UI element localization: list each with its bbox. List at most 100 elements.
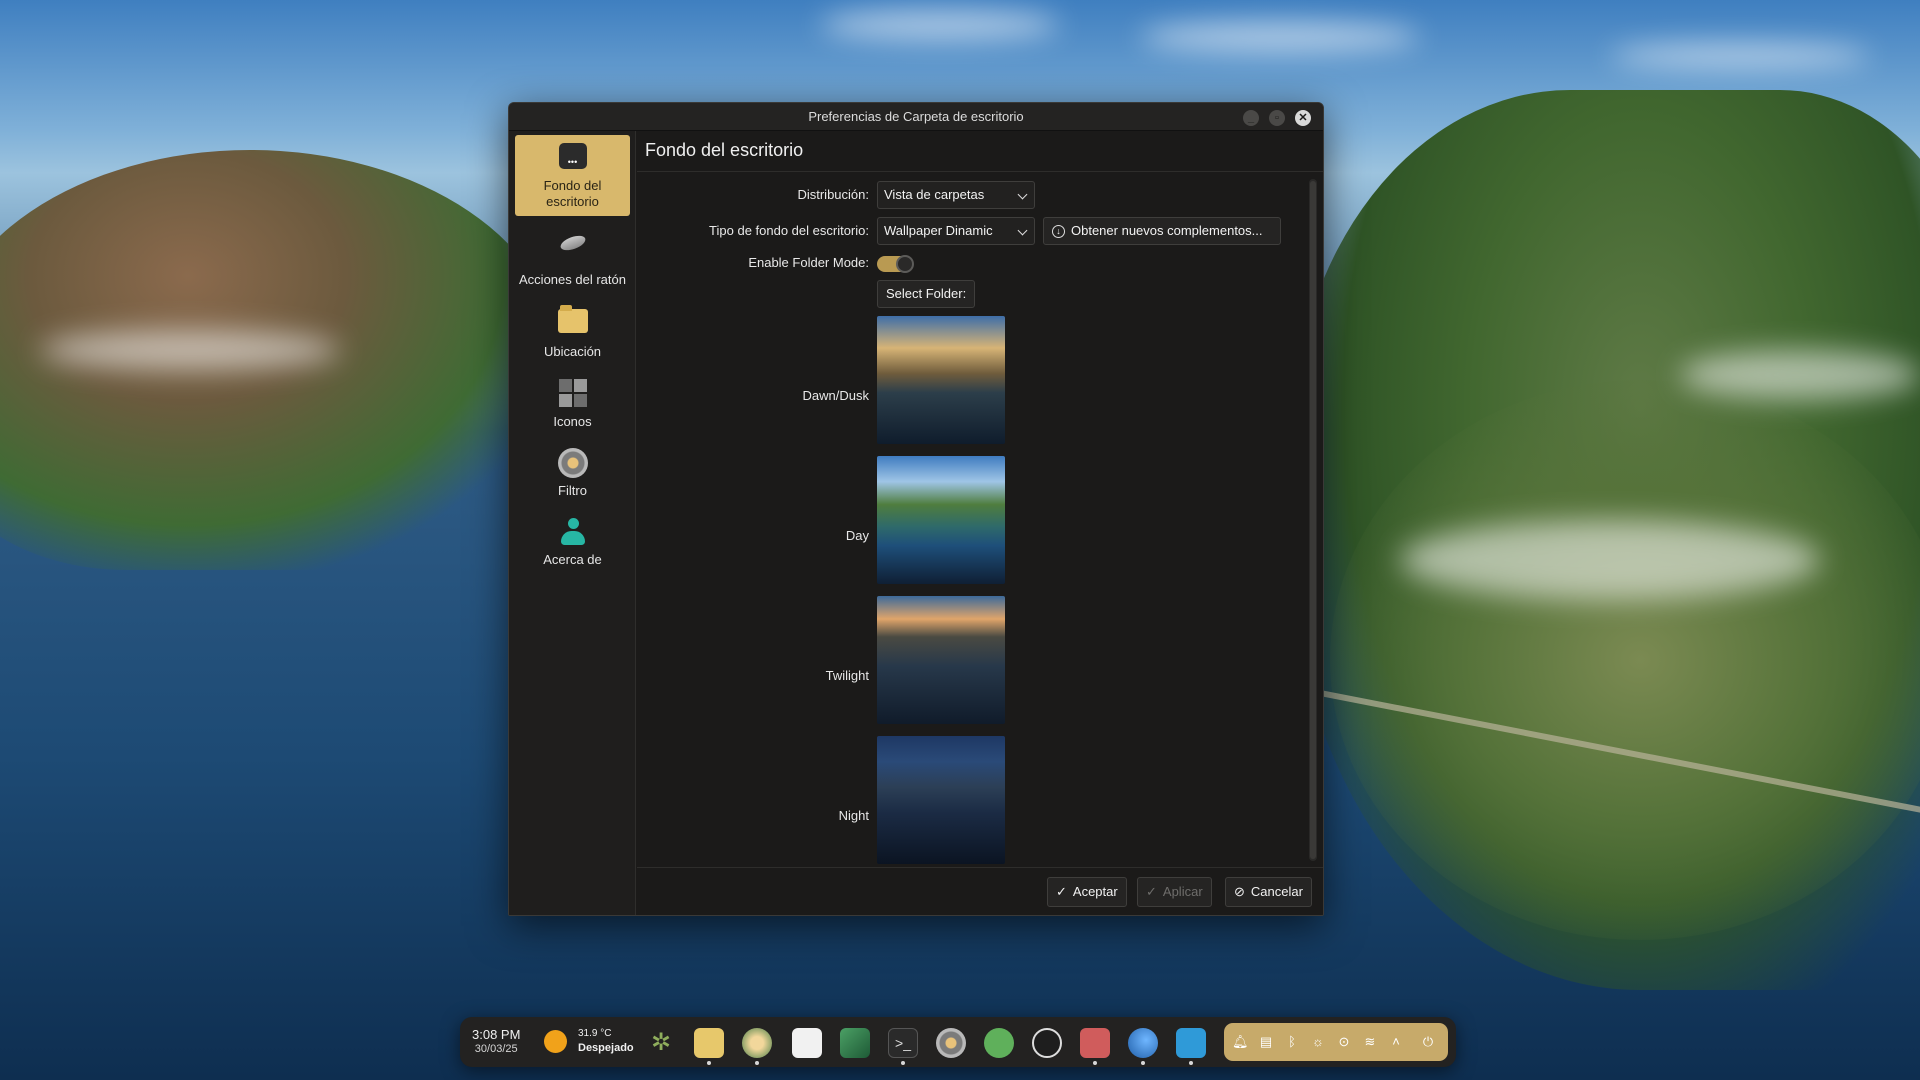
vertical-scrollbar[interactable]: [1309, 179, 1317, 861]
wallpaper-icon: [558, 143, 588, 173]
power-icon[interactable]: ⏻: [1420, 1034, 1436, 1050]
wallpaper-label-day: Day: [845, 528, 869, 543]
cancel-label: Cancelar: [1250, 884, 1303, 899]
scrollbar-thumb[interactable]: [1310, 181, 1316, 859]
layout-value: Vista de carpetas: [884, 187, 985, 202]
remote-desktop-icon[interactable]: [1176, 1028, 1206, 1058]
filter-gear-icon: [557, 448, 588, 478]
inkscape-icon[interactable]: [1032, 1028, 1062, 1058]
spotify-icon[interactable]: [984, 1028, 1014, 1058]
sidebar-item-location[interactable]: Ubicación: [515, 300, 630, 366]
apply-label: Aplicar: [1162, 884, 1203, 899]
system-tray: 🔔︎ ▤ ᛒ ☼ ⊙ ≋ ˄ ⏻: [1224, 1023, 1448, 1061]
clock-date: 30/03/25: [474, 1043, 518, 1055]
bluetooth-icon[interactable]: ᛒ: [1284, 1034, 1300, 1050]
sidebar-item-label: Filtro: [558, 483, 587, 498]
weather-temperature: 31.9 °C: [578, 1028, 612, 1039]
wallpaper-type-label: Tipo de fondo del escritorio:: [709, 223, 869, 238]
wallpaper-label-night: Night: [838, 808, 869, 823]
folder-mode-toggle[interactable]: [877, 255, 914, 273]
clock-time: 3:08 PM: [472, 1027, 521, 1042]
sidebar-item-icons[interactable]: Iconos: [515, 372, 630, 436]
sidebar-item-label: Acciones del ratón: [519, 272, 626, 287]
settings-scroll-area[interactable]: Distribución: Vista de carpetas Tipo de …: [643, 176, 1303, 867]
wallpaper-label-dawn-dusk: Dawn/Dusk: [802, 388, 869, 403]
accept-button[interactable]: ✓ Aceptar: [1047, 877, 1127, 907]
check-icon: ✓: [1146, 884, 1157, 899]
running-indicator: [707, 1061, 711, 1065]
audio-icon[interactable]: [1080, 1028, 1110, 1058]
updates-icon[interactable]: ⊙: [1336, 1034, 1352, 1050]
get-new-addons-button[interactable]: ↓ Obtener nuevos complementos...: [1043, 217, 1281, 245]
running-indicator: [755, 1061, 759, 1065]
wallpaper-label-twilight: Twilight: [825, 668, 869, 683]
window-title: Preferencias de Carpeta de escritorio: [808, 109, 1024, 124]
krita-icon[interactable]: [742, 1028, 772, 1058]
brightness-icon[interactable]: ☼: [1310, 1034, 1326, 1050]
window-titlebar[interactable]: Preferencias de Carpeta de escritorio _ …: [509, 103, 1323, 131]
apply-button[interactable]: ✓ Aplicar: [1137, 877, 1212, 907]
select-folder-button[interactable]: Select Folder:: [877, 280, 976, 308]
wallpaper-thumbnail-dawn-dusk[interactable]: [877, 316, 1005, 444]
sidebar-item-filter[interactable]: Filtro: [515, 442, 630, 505]
preferences-window: Preferencias de Carpeta de escritorio _ …: [508, 102, 1324, 916]
running-indicator: [1141, 1061, 1145, 1065]
cancel-button[interactable]: ⊘ Cancelar: [1225, 877, 1312, 907]
file-manager-icon[interactable]: [694, 1028, 724, 1058]
wallpaper-thumbnail-night[interactable]: [877, 736, 1005, 864]
clock[interactable]: 3:08 PM 30/03/25: [472, 1028, 520, 1056]
wifi-icon[interactable]: ≋: [1362, 1034, 1378, 1050]
layout-label: Distribución:: [797, 187, 869, 202]
settings-icon[interactable]: [936, 1028, 966, 1058]
sidebar-item-mouse-actions[interactable]: Acciones del ratón: [515, 222, 630, 294]
content-panel: Fondo del escritorio Distribución: Vista…: [637, 131, 1323, 915]
cancel-icon: ⊘: [1234, 884, 1245, 899]
accept-label: Aceptar: [1072, 884, 1118, 899]
sidebar-item-wallpaper[interactable]: Fondo del escritorio: [515, 135, 630, 216]
running-indicator: [901, 1061, 905, 1065]
sidebar: Fondo del escritorio Acciones del ratón …: [509, 131, 636, 915]
clipboard-icon[interactable]: ▤: [1258, 1034, 1274, 1050]
running-indicator: [1189, 1061, 1193, 1065]
minimize-icon[interactable]: _: [1243, 110, 1259, 126]
maximize-icon[interactable]: ▫: [1269, 110, 1285, 126]
notifications-icon[interactable]: 🔔︎: [1232, 1034, 1249, 1050]
chevron-down-icon: [1017, 189, 1028, 200]
close-icon[interactable]: ✕: [1295, 110, 1311, 126]
sidebar-item-label: Iconos: [553, 414, 592, 429]
get-new-addons-label: Obtener nuevos complementos...: [1071, 223, 1263, 238]
image-viewer-icon[interactable]: [840, 1028, 870, 1058]
wallpaper-thumbnail-twilight[interactable]: [877, 596, 1005, 724]
wallpaper-type-combobox[interactable]: Wallpaper Dinamic: [877, 217, 1035, 245]
sidebar-item-about[interactable]: Acerca de: [515, 511, 630, 574]
toggle-knob: [896, 255, 914, 273]
store-icon[interactable]: [792, 1028, 822, 1058]
weather-widget[interactable]: 31.9 °C Despejado: [578, 1027, 634, 1055]
chevron-down-icon: [1017, 225, 1028, 236]
terminal-icon[interactable]: >_: [888, 1028, 918, 1058]
kde-icon[interactable]: ✲: [646, 1028, 676, 1058]
dialog-footer: ✓ Aceptar ✓ Aplicar ⊘ Cancelar: [637, 867, 1323, 915]
sidebar-item-label: Ubicación: [543, 344, 602, 359]
check-icon: ✓: [1056, 884, 1067, 899]
layout-combobox[interactable]: Vista de carpetas: [877, 181, 1035, 209]
taskbar: 3:08 PM 30/03/25 31.9 °C Despejado ✲ >_ …: [460, 1017, 1456, 1067]
wallpaper-type-value: Wallpaper Dinamic: [884, 223, 993, 238]
select-folder-label: Select Folder:: [886, 286, 967, 301]
user-icon: [558, 517, 588, 547]
browser-icon[interactable]: [1128, 1028, 1158, 1058]
window-controls: _ ▫ ✕: [1243, 110, 1311, 126]
expand-tray-icon[interactable]: ˄: [1388, 1034, 1404, 1050]
sidebar-item-label: Acerca de: [543, 552, 602, 567]
mouse-icon: [558, 232, 588, 267]
icons-grid-icon: [558, 379, 588, 409]
folder-mode-label: Enable Folder Mode:: [748, 255, 869, 270]
page-title: Fondo del escritorio: [637, 131, 1323, 172]
folder-icon: [557, 305, 588, 339]
sidebar-item-label: Fondo del escritorio: [543, 178, 602, 209]
sun-icon[interactable]: [544, 1030, 567, 1053]
download-icon: ↓: [1052, 224, 1065, 238]
running-indicator: [1093, 1061, 1097, 1065]
wallpaper-thumbnail-day[interactable]: [877, 456, 1005, 584]
weather-condition: Despejado: [578, 1042, 634, 1054]
